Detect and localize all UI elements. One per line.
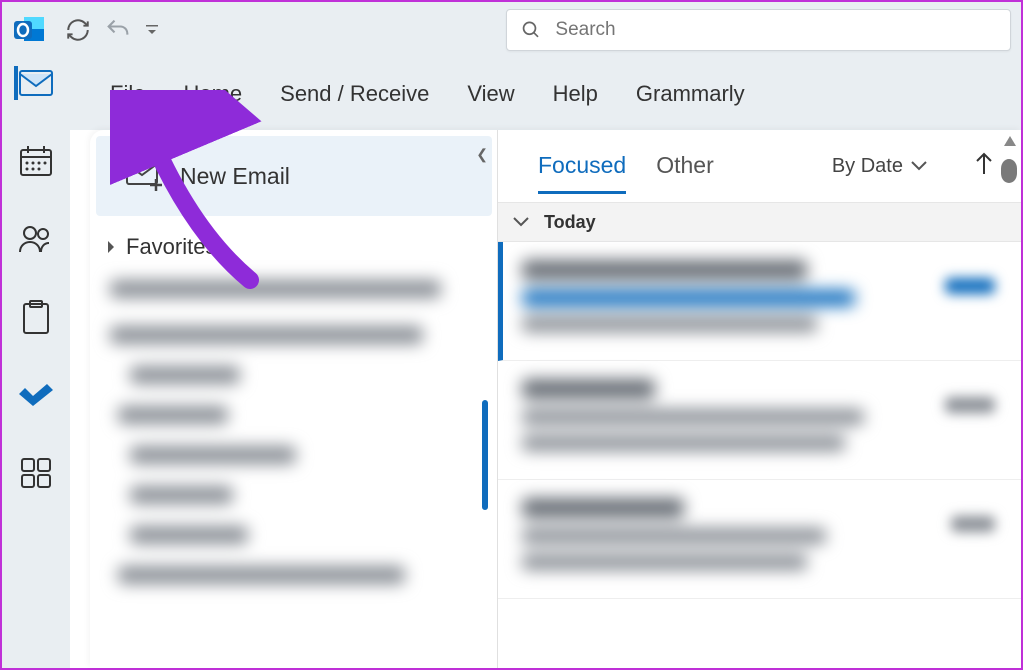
ribbon-tab-sendreceive[interactable]: Send / Receive [280, 81, 429, 107]
message-item[interactable] [498, 242, 1021, 361]
ribbon-tab-help[interactable]: Help [553, 81, 598, 107]
tab-focused[interactable]: Focused [538, 152, 626, 194]
ribbon-tab-grammarly[interactable]: Grammarly [636, 81, 745, 107]
favorites-section[interactable]: Favorites [90, 216, 498, 260]
collapse-folder-pane-icon[interactable]: ❮ [476, 146, 488, 163]
outlook-logo-icon [8, 9, 50, 51]
search-icon [521, 19, 541, 41]
new-email-button[interactable]: New Email [96, 136, 492, 216]
rail-tasks-icon[interactable] [14, 300, 58, 334]
rail-people-icon[interactable] [14, 222, 58, 256]
scrollbar[interactable] [1001, 134, 1019, 183]
folder-scrollbar-thumb[interactable] [482, 400, 488, 510]
folder-pane: ❮ New Email Favorites [90, 130, 498, 668]
ribbon-tab-view[interactable]: View [467, 81, 514, 107]
sort-label: By Date [832, 155, 903, 178]
chevron-down-icon [512, 215, 530, 229]
title-bar [2, 2, 1021, 58]
left-rail [2, 58, 70, 668]
group-today-label: Today [544, 212, 596, 233]
folder-accounts-blurred [90, 260, 498, 584]
ribbon-tab-file[interactable]: File [110, 81, 145, 107]
qat-dropdown-icon[interactable] [138, 10, 166, 50]
message-list-header: Focused Other By Date [498, 130, 1021, 202]
sort-direction-icon[interactable] [975, 152, 993, 181]
new-email-label: New Email [180, 163, 290, 190]
message-time-blurred [945, 278, 995, 294]
search-box[interactable] [506, 9, 1011, 51]
tab-other[interactable]: Other [656, 152, 714, 194]
rail-mail-icon[interactable] [14, 66, 58, 100]
ribbon-tabs: File Home Send / Receive View Help Gramm… [2, 58, 1021, 130]
message-time-blurred [945, 397, 995, 413]
sort-by-button[interactable]: By Date [832, 155, 927, 178]
main-area: ❮ New Email Favorites Focused Other By D… [90, 130, 1021, 668]
rail-apps-icon[interactable] [14, 456, 58, 490]
message-list-pane: Focused Other By Date Today [497, 130, 1021, 668]
chevron-right-icon [104, 240, 118, 254]
undo-icon[interactable] [98, 10, 138, 50]
message-item[interactable] [498, 480, 1021, 599]
message-item[interactable] [498, 361, 1021, 480]
rail-todo-icon[interactable] [14, 378, 58, 412]
ribbon-tab-home[interactable]: Home [183, 81, 242, 107]
chevron-down-icon [911, 160, 927, 172]
favorites-label: Favorites [126, 234, 216, 260]
message-time-blurred [951, 516, 995, 532]
group-today[interactable]: Today [498, 202, 1021, 242]
new-email-icon [126, 161, 162, 191]
refresh-icon[interactable] [58, 10, 98, 50]
search-input[interactable] [555, 19, 996, 41]
rail-calendar-icon[interactable] [14, 144, 58, 178]
